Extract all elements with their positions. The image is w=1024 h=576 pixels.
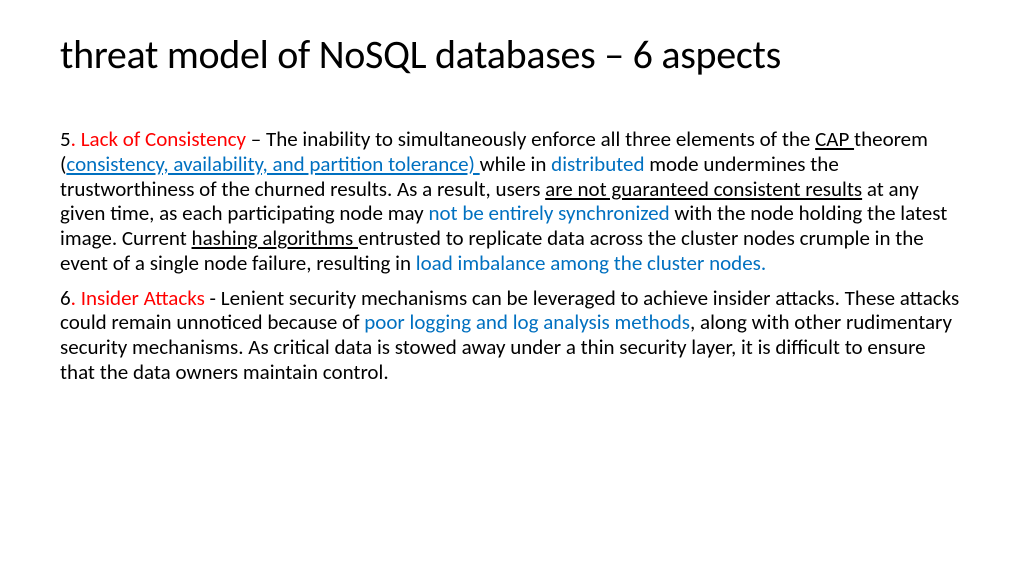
term-cap-expansion: consistency, availability, and partition… bbox=[66, 151, 479, 177]
slide-body: 5. Lack of Consistency – The inability t… bbox=[60, 127, 964, 385]
text: while in bbox=[480, 151, 551, 177]
term-cap: CAP bbox=[815, 126, 854, 152]
slide: threat model of NoSQL databases – 6 aspe… bbox=[0, 0, 1024, 576]
text: – The inability to simultaneously enforc… bbox=[246, 126, 815, 152]
point-6: 6. Insider Attacks - Lenient security me… bbox=[60, 286, 964, 385]
term-hashing-algorithms: hashing algorithms bbox=[192, 225, 358, 251]
phrase-not-guaranteed: are not guaranteed consistent results bbox=[545, 176, 862, 202]
point-number: 5 bbox=[60, 126, 71, 152]
term-distributed: distributed bbox=[551, 151, 644, 177]
point-heading: . Lack of Consistency bbox=[71, 126, 246, 152]
point-heading: . Insider Attacks bbox=[71, 285, 205, 311]
point-5: 5. Lack of Consistency – The inability t… bbox=[60, 127, 964, 276]
phrase-poor-logging: poor logging and log analysis methods bbox=[364, 309, 690, 335]
phrase-load-imbalance: load imbalance among the cluster nodes. bbox=[416, 250, 766, 276]
phrase-not-synchronized: not be entirely synchronized bbox=[428, 200, 669, 226]
slide-title: threat model of NoSQL databases – 6 aspe… bbox=[60, 30, 964, 79]
point-number: 6 bbox=[60, 285, 71, 311]
